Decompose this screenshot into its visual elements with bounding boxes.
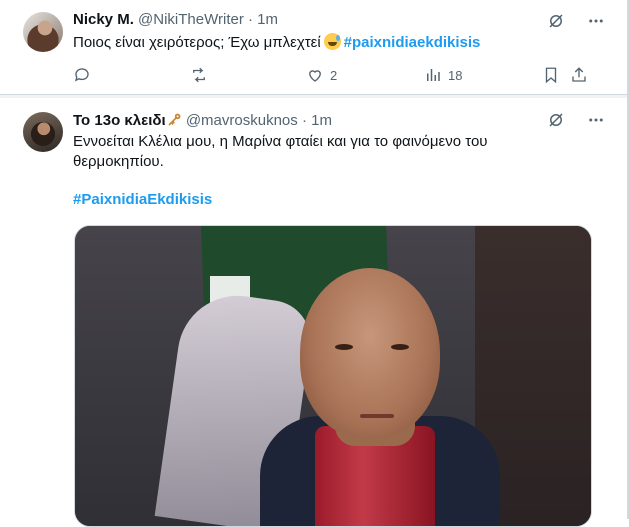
tweet-header: Nicky M. @NikiTheWriter · 1m <box>73 10 278 30</box>
views-button[interactable]: 18 <box>424 64 462 86</box>
avatar[interactable] <box>23 112 63 152</box>
tweet-text: Εννοείται Κλέλια μου, η Μαρίνα φταίει κα… <box>73 133 488 170</box>
avatar[interactable] <box>23 12 63 52</box>
hashtag-link[interactable]: #PaixnidiaEkdikisis <box>73 191 212 208</box>
views-icon <box>427 69 440 81</box>
media-mouth-shape <box>360 414 394 418</box>
sweat-smile-emoji-icon <box>323 33 341 50</box>
share-button[interactable] <box>570 64 588 86</box>
media-head-shape <box>300 268 440 438</box>
retweet-icon <box>193 67 205 83</box>
hashtag-link[interactable]: #paixnidiaekdikisis <box>344 34 481 51</box>
author-handle[interactable]: @NikiTheWriter <box>138 11 244 28</box>
author-handle[interactable]: @mavroskuknos <box>186 112 298 129</box>
more-icon[interactable] <box>587 12 605 30</box>
like-count: 2 <box>330 67 338 83</box>
tweet-top-actions <box>547 12 605 30</box>
retweet-button[interactable] <box>190 64 214 86</box>
more-icon[interactable] <box>587 111 605 129</box>
media-eye-shape <box>335 344 353 350</box>
reply-icon <box>74 68 89 82</box>
share-icon <box>572 67 586 82</box>
like-button[interactable]: 2 <box>306 64 337 86</box>
author-name[interactable]: Nicky M. <box>73 11 134 28</box>
tweet-media-gif[interactable] <box>74 225 592 527</box>
reply-button[interactable] <box>73 64 97 86</box>
tweet-actions-bar: 2 18 <box>73 64 593 86</box>
media-eye-shape <box>391 344 409 350</box>
grok-icon[interactable] <box>547 111 565 129</box>
tweet-text: Ποιος είναι χειρότερος; Έχω μπλεχτεί #pai… <box>73 33 480 53</box>
author-name[interactable]: Το 13ο κλειδι <box>73 112 166 129</box>
tweet-text-body: Ποιος είναι χειρότερος; Έχω μπλεχτεί <box>73 34 321 51</box>
separator-dot: · <box>248 11 253 28</box>
bookmark-icon <box>545 67 557 84</box>
timestamp[interactable]: 1m <box>257 11 278 28</box>
separator-dot: · <box>301 112 307 129</box>
bookmark-button[interactable] <box>542 64 560 86</box>
key-icon <box>167 110 182 130</box>
timestamp[interactable]: 1m <box>311 112 332 129</box>
views-count: 18 <box>448 67 463 83</box>
tweet-top-actions <box>547 111 605 129</box>
grok-icon[interactable] <box>547 12 565 30</box>
tweet-header: Το 13ο κλειδι @mavroskuknos · 1m <box>73 110 332 131</box>
heart-icon <box>309 70 321 82</box>
